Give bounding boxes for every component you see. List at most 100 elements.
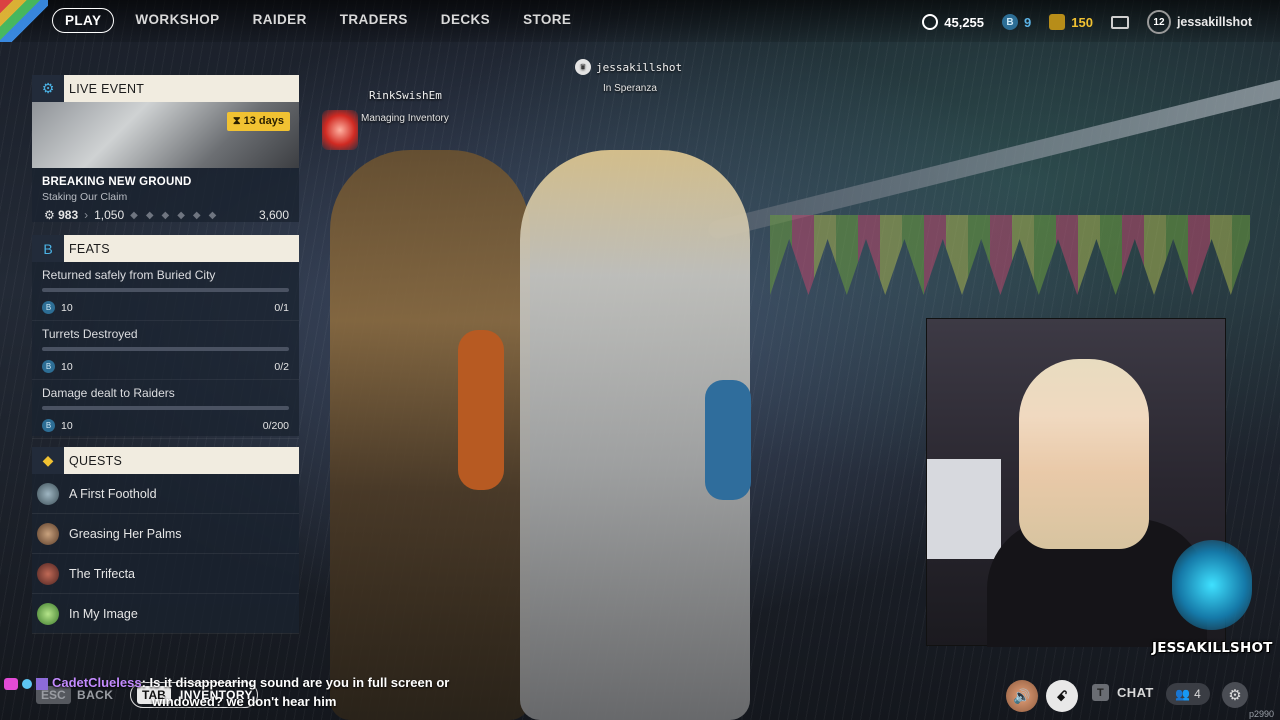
quests-panel: ◆ QUESTS A First Foothold Greasing Her P… bbox=[32, 447, 299, 634]
feat-progress-bar bbox=[42, 347, 289, 351]
player-status: In Speranza bbox=[603, 83, 657, 94]
player-name-tag: ♛ jessakillshot bbox=[575, 59, 682, 75]
live-event-title: LIVE EVENT bbox=[69, 81, 145, 96]
token-icon: B bbox=[1002, 14, 1019, 30]
embark-button[interactable]: ꗃ bbox=[1046, 680, 1078, 712]
mail-icon[interactable] bbox=[1110, 15, 1129, 29]
chat-text-line1: : Is it disappearing sound are you in fu… bbox=[141, 675, 450, 690]
tokens-value: 9 bbox=[1024, 14, 1032, 30]
event-subtitle: Staking Our Claim bbox=[42, 191, 128, 203]
party-button[interactable]: 👥 4 bbox=[1166, 683, 1210, 705]
quest-item[interactable]: In My Image bbox=[32, 594, 299, 634]
chat-button[interactable]: T CHAT bbox=[1092, 684, 1154, 701]
quest-name: The Trifecta bbox=[69, 566, 135, 581]
party-count: 4 bbox=[1194, 687, 1201, 701]
whiteboard bbox=[927, 459, 1001, 559]
event-progress: ⚙ 983 › 1,050 ◆◆◆◆◆◆ 3,600 bbox=[32, 203, 299, 222]
back-label[interactable]: BACK bbox=[77, 688, 113, 702]
tokens-display[interactable]: B 9 bbox=[1002, 14, 1031, 30]
feat-item[interactable]: Returned safely from Buried City B 10 0/1 bbox=[32, 262, 299, 321]
token-icon: B bbox=[42, 301, 55, 314]
feat-progress: 0/200 bbox=[262, 419, 289, 432]
coins-display[interactable]: 45,255 bbox=[922, 14, 984, 30]
sub-badge-icon bbox=[22, 678, 32, 689]
quest-name: Greasing Her Palms bbox=[69, 526, 182, 541]
feat-name: Returned safely from Buried City bbox=[42, 268, 216, 282]
nav-play[interactable]: PLAY bbox=[52, 8, 115, 33]
event-time-badge: ⧗ 13 days bbox=[226, 112, 290, 131]
feat-name: Damage dealt to Raiders bbox=[42, 386, 175, 400]
token-icon: B bbox=[42, 419, 55, 432]
settings-button[interactable]: ⚙ bbox=[1222, 682, 1248, 708]
feat-progress-bar bbox=[42, 288, 289, 292]
quest-giver-avatar bbox=[37, 602, 59, 625]
quest-giver-avatar bbox=[37, 562, 59, 585]
quests-header[interactable]: ◆ QUESTS bbox=[32, 447, 299, 474]
diamond-quest-icon: ◆ bbox=[32, 447, 64, 474]
feat-progress-bar bbox=[42, 406, 289, 410]
chevron-right-icon: › bbox=[84, 208, 89, 222]
event-next-points: 1,050 bbox=[94, 208, 125, 222]
level-badge: 12 bbox=[1146, 10, 1171, 34]
quest-name: In My Image bbox=[69, 606, 138, 621]
event-name: BREAKING NEW GROUND bbox=[42, 176, 192, 188]
chat-text-line2: windowed? we don't hear him bbox=[152, 694, 337, 709]
build-version: p2990 bbox=[1248, 709, 1274, 719]
quest-item[interactable]: A First Foothold bbox=[32, 474, 299, 514]
feat-reward: 10 bbox=[61, 360, 73, 373]
chat-message: CadetClueless: Is it disappearing sound … bbox=[4, 675, 449, 690]
stripes-icon bbox=[1049, 14, 1066, 30]
stream-logo-text: JESSAKILLSHOT bbox=[1152, 640, 1273, 656]
stripes-display[interactable]: 150 bbox=[1049, 14, 1093, 30]
rainbow-corner-decor bbox=[0, 0, 48, 42]
main-nav: PLAY WORKSHOP RAIDER TRADERS DECKS STORE bbox=[52, 8, 592, 33]
player-blue-sleeve bbox=[705, 380, 751, 500]
top-nav-bar: PLAY WORKSHOP RAIDER TRADERS DECKS STORE… bbox=[0, 0, 1280, 42]
chat-key: T bbox=[1092, 684, 1109, 701]
live-event-panel[interactable]: ⚙ LIVE EVENT ⧗ 13 days BREAKING NEW GROU… bbox=[32, 75, 299, 222]
feat-item[interactable]: Damage dealt to Raiders B 10 0/200 bbox=[32, 380, 299, 439]
chat-username: CadetClueless bbox=[52, 675, 142, 690]
feat-item[interactable]: Turrets Destroyed B 10 0/2 bbox=[32, 321, 299, 380]
token-icon: B bbox=[42, 360, 55, 373]
nav-traders[interactable]: TRADERS bbox=[328, 8, 420, 33]
event-final-points: 3,600 bbox=[258, 208, 289, 222]
feats-header[interactable]: B FEATS bbox=[32, 235, 299, 262]
teammate-name-tag: RinkSwishEm bbox=[369, 89, 442, 102]
progress-dots: ◆◆◆◆◆◆ bbox=[130, 209, 225, 221]
logo-character-glow bbox=[1172, 540, 1252, 630]
people-icon: 👥 bbox=[1175, 687, 1191, 701]
event-image: ⧗ 13 days bbox=[32, 102, 299, 168]
bottom-bar: ESC BACK TAB INVENTORY CadetClueless: Is… bbox=[0, 670, 1280, 720]
streamer-face bbox=[1019, 359, 1149, 549]
voice-button[interactable]: 🔊 bbox=[1006, 680, 1038, 712]
heart-badge-icon bbox=[4, 677, 18, 690]
coins-value: 45,255 bbox=[944, 14, 985, 30]
stripes-value: 150 bbox=[1071, 14, 1093, 30]
profile-display[interactable]: 12 jessakillshot bbox=[1146, 10, 1252, 34]
feat-details: B 10 0/1 bbox=[42, 301, 289, 314]
quest-item[interactable]: Greasing Her Palms bbox=[32, 514, 299, 554]
nav-decks[interactable]: DECKS bbox=[429, 8, 502, 33]
feat-progress: 0/1 bbox=[274, 301, 289, 314]
quest-item[interactable]: The Trifecta bbox=[32, 554, 299, 594]
gear-icon: ⚙ bbox=[1228, 687, 1242, 704]
profile-username: jessakillshot bbox=[1176, 15, 1252, 29]
coin-icon bbox=[922, 14, 939, 30]
nav-raider[interactable]: RAIDER bbox=[241, 8, 319, 33]
stream-logo: JESSAKILLSHOT bbox=[1152, 540, 1273, 664]
quests-title: QUESTS bbox=[69, 453, 123, 468]
progress-gear-icon: ⚙ bbox=[44, 208, 59, 222]
feat-name: Turrets Destroyed bbox=[42, 327, 138, 341]
embark-logo-icon: ꗃ bbox=[1046, 680, 1078, 712]
feat-progress: 0/2 bbox=[274, 360, 289, 373]
quest-name: A First Foothold bbox=[69, 486, 157, 501]
feat-details: B 10 0/200 bbox=[42, 419, 289, 432]
nav-workshop[interactable]: WORKSHOP bbox=[123, 8, 231, 33]
player-name: jessakillshot bbox=[596, 60, 683, 74]
feat-details: B 10 0/2 bbox=[42, 360, 289, 373]
quest-giver-avatar bbox=[37, 522, 59, 545]
nav-store[interactable]: STORE bbox=[511, 8, 583, 33]
teammate-status: Managing Inventory bbox=[361, 113, 449, 124]
speaker-icon: 🔊 bbox=[1006, 680, 1038, 712]
